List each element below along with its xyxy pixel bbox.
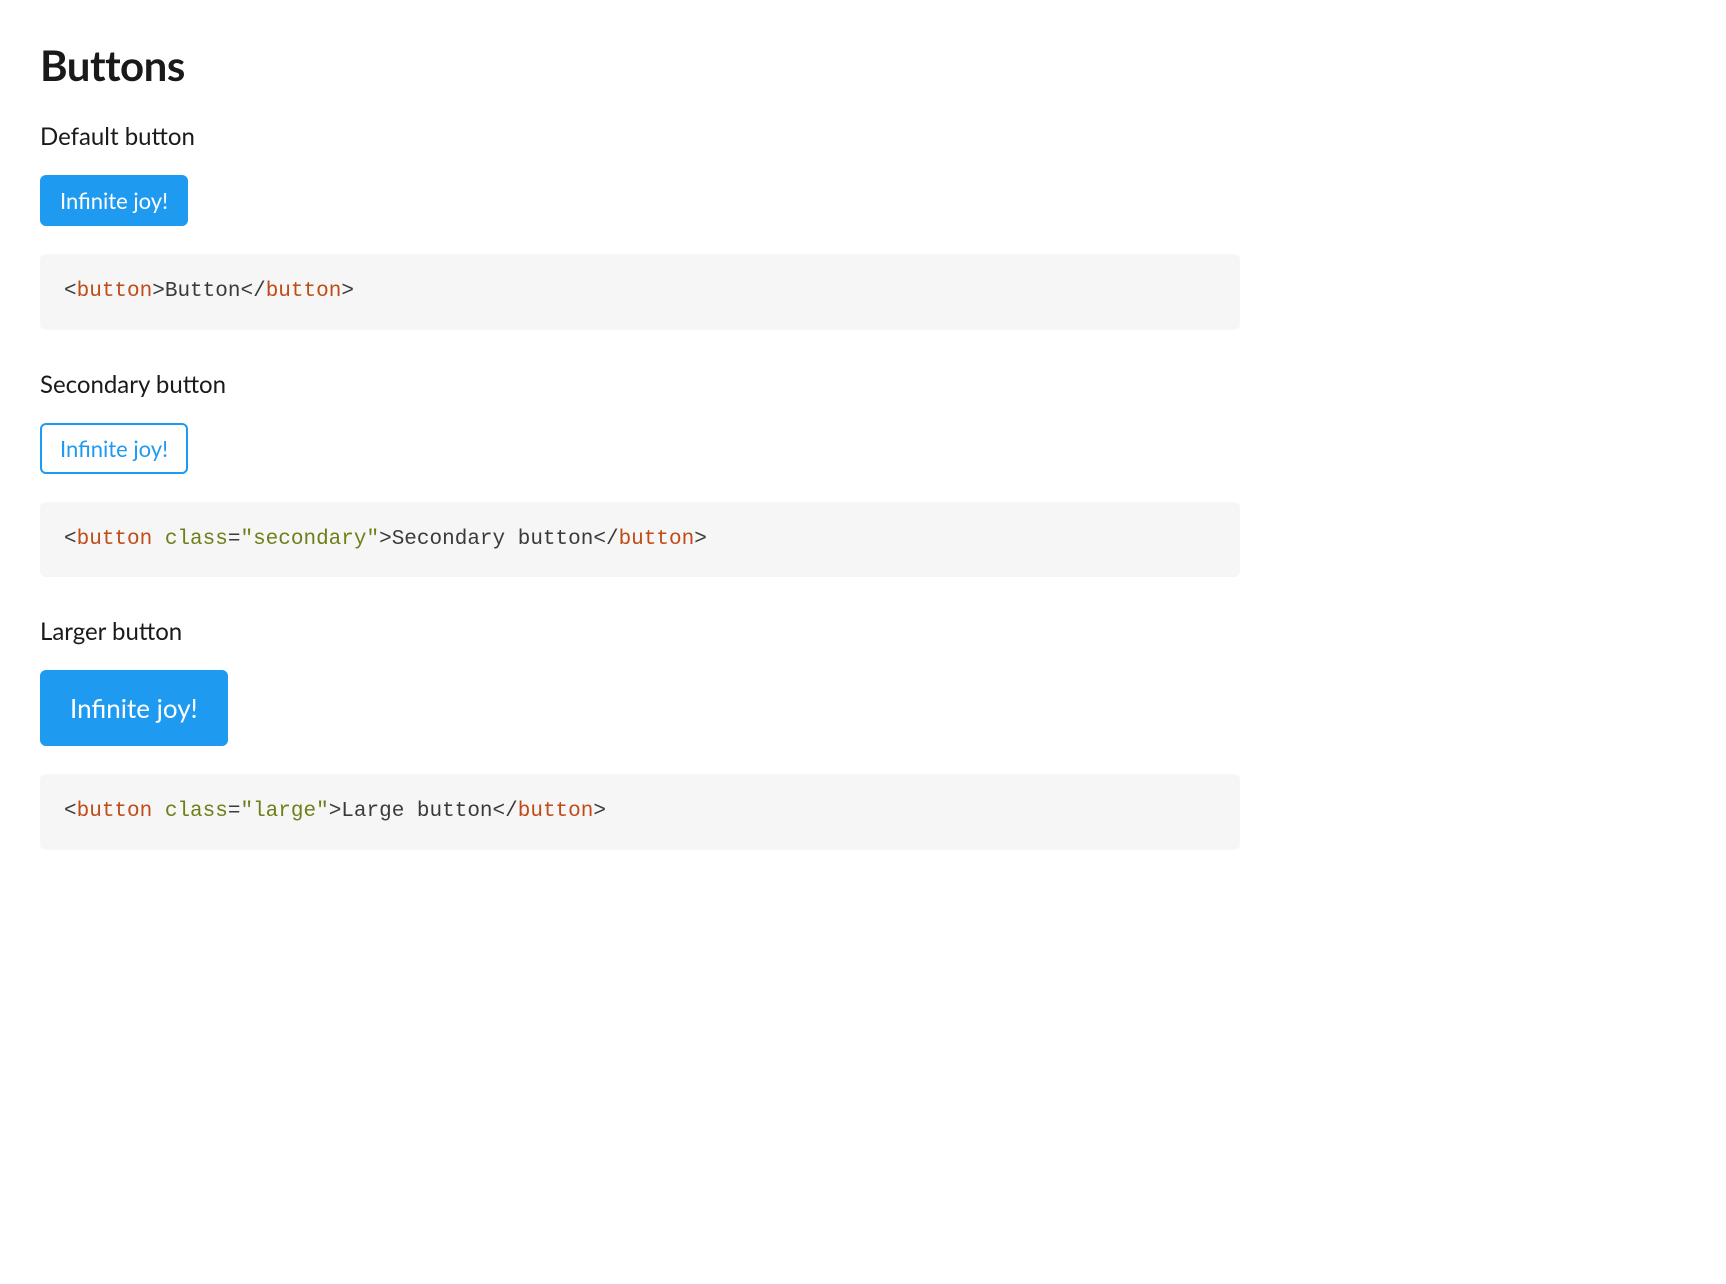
section-large-title: Larger button	[40, 617, 1240, 646]
code-token: =	[228, 528, 241, 551]
code-token: >	[379, 528, 392, 551]
code-block-secondary: <button class="secondary">Secondary butt…	[40, 502, 1240, 578]
code-token: <	[64, 280, 77, 303]
code-token: >	[341, 280, 354, 303]
code-token: </	[240, 280, 265, 303]
code-token: button	[77, 800, 153, 823]
code-token: button	[77, 280, 153, 303]
code-token: <	[64, 528, 77, 551]
code-token: button	[518, 800, 594, 823]
code-token: </	[593, 528, 618, 551]
code-token: Large button	[341, 800, 492, 823]
code-token: Secondary button	[392, 528, 594, 551]
code-token: Button	[165, 280, 241, 303]
code-token: >	[152, 280, 165, 303]
code-token	[152, 800, 165, 823]
code-token: button	[77, 528, 153, 551]
code-token: "secondary"	[240, 528, 379, 551]
code-token: class	[165, 528, 228, 551]
code-token: button	[266, 280, 342, 303]
code-token: "large"	[240, 800, 328, 823]
section-secondary-title: Secondary button	[40, 370, 1240, 399]
code-token: =	[228, 800, 241, 823]
section-large: Larger button Infinite joy! <button clas…	[40, 617, 1240, 850]
code-token	[152, 528, 165, 551]
section-default: Default button Infinite joy! <button>But…	[40, 122, 1240, 330]
section-default-title: Default button	[40, 122, 1240, 151]
page-container: Buttons Default button Infinite joy! <bu…	[40, 40, 1240, 850]
default-button[interactable]: Infinite joy!	[40, 175, 188, 226]
code-token: class	[165, 800, 228, 823]
code-block-large: <button class="large">Large button</butt…	[40, 774, 1240, 850]
section-secondary: Secondary button Infinite joy! <button c…	[40, 370, 1240, 578]
code-block-default: <button>Button</button>	[40, 254, 1240, 330]
code-token: >	[694, 528, 707, 551]
code-token: </	[493, 800, 518, 823]
code-token: >	[593, 800, 606, 823]
large-button[interactable]: Infinite joy!	[40, 670, 228, 746]
code-token: button	[619, 528, 695, 551]
page-title: Buttons	[40, 40, 1240, 90]
code-token: <	[64, 800, 77, 823]
code-token: >	[329, 800, 342, 823]
secondary-button[interactable]: Infinite joy!	[40, 423, 188, 474]
